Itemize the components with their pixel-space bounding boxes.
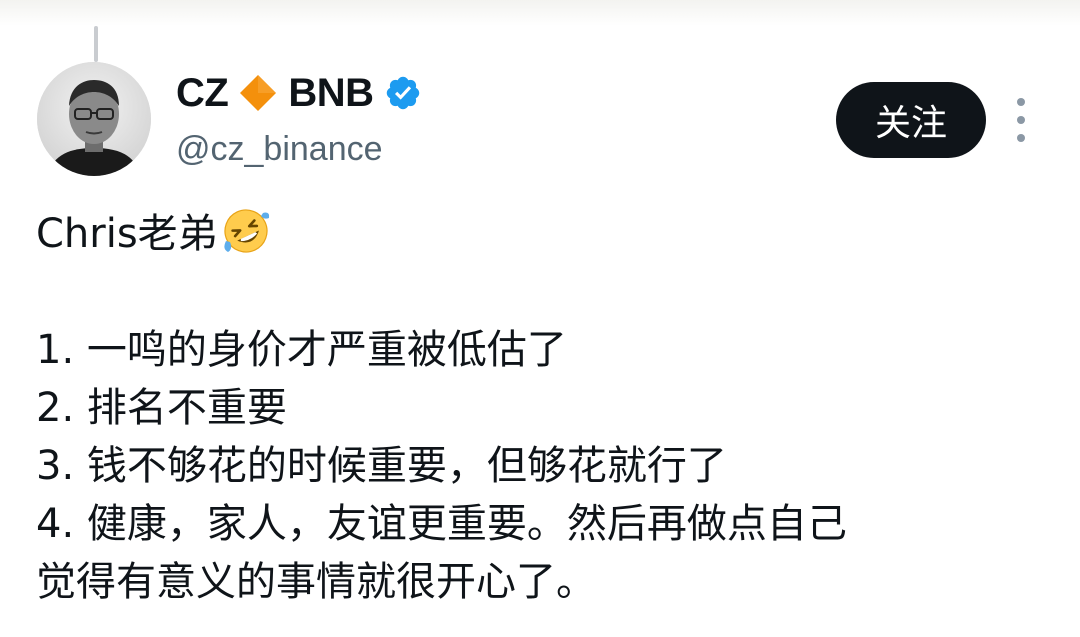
tweet-text: Chris老弟 1. 一鸣的身价才严重被低估了 2. 排名不重要 3. 钱不够花… <box>36 205 1056 611</box>
display-name-part1[interactable]: CZ <box>176 71 229 116</box>
tweet-greeting-line: Chris老弟 <box>36 205 1056 263</box>
tweet-line-3: 3. 钱不够花的时候重要，但够花就行了 <box>36 443 727 489</box>
tweet-line-2: 2. 排名不重要 <box>36 385 287 431</box>
thread-connector-line <box>94 26 98 62</box>
avatar[interactable] <box>37 62 151 176</box>
orange-diamond-icon <box>238 73 278 113</box>
tweet-greeting: Chris老弟 <box>36 211 218 257</box>
verified-badge-icon <box>384 74 422 112</box>
more-options-icon[interactable] <box>1008 98 1034 142</box>
top-fade <box>0 0 1080 26</box>
tweet-line-5: 觉得有意义的事情就很开心了。 <box>36 559 596 605</box>
tweet-line-1: 1. 一鸣的身价才严重被低估了 <box>36 327 567 373</box>
rolling-on-the-floor-laughing-emoji-icon <box>220 205 272 257</box>
follow-button[interactable]: 关注 <box>836 82 986 158</box>
display-name-part2[interactable]: BNB <box>288 71 374 116</box>
tweet-line-4: 4. 健康，家人，友谊更重要。然后再做点自己 <box>36 501 847 547</box>
user-handle[interactable]: @cz_binance <box>176 130 383 169</box>
display-name-row[interactable]: CZ BNB <box>176 66 422 120</box>
tweet-card: CZ BNB @cz_binance 关注 Chris老弟 1. 一鸣的身价才严… <box>0 0 1080 637</box>
